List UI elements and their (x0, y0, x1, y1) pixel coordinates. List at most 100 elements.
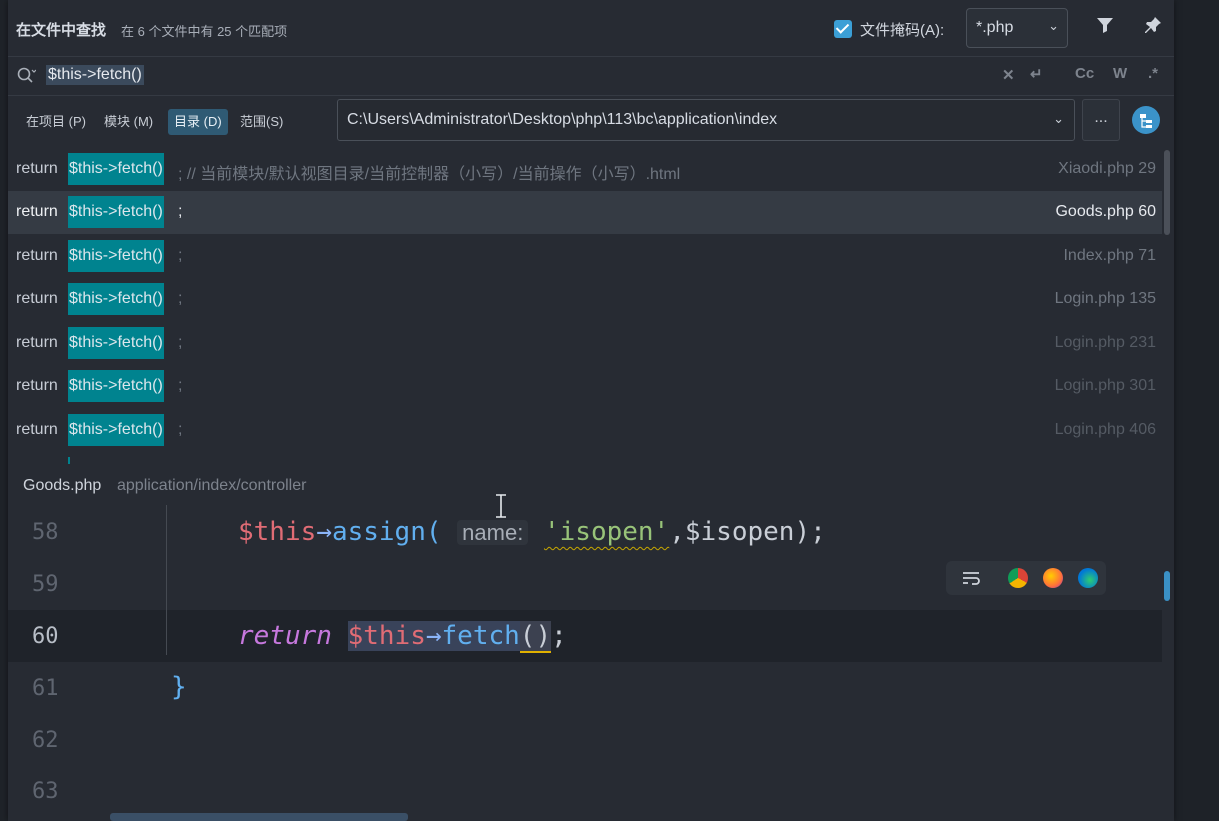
preview-header: Goods.php application/index/controller (8, 465, 1174, 505)
horizontal-scrollbar[interactable] (110, 813, 408, 821)
code-line-61: } (171, 672, 187, 702)
result-keyword: return (16, 421, 58, 438)
result-file: Index.php 71 (1063, 247, 1156, 264)
preview-file-name: Goods.php (23, 477, 102, 494)
scope-project-button[interactable]: 在项目 (P) (20, 109, 92, 135)
result-context: ; (178, 290, 183, 307)
code-token: 'isopen' (543, 517, 670, 547)
result-match: $this->fetch() (68, 196, 164, 228)
result-match: $this->fetch() (68, 240, 164, 272)
result-match: $this->fetch() (68, 414, 164, 446)
file-mask-dropdown[interactable]: *.php ⌄ (966, 8, 1068, 48)
result-row[interactable]: return $this->fetch() ; Login.php 135 (8, 278, 1162, 321)
result-match: $this->fetch() (68, 370, 164, 402)
code-preview[interactable]: 58 59 60 61 62 63 $this→assign( name: 'i… (8, 505, 1174, 821)
directory-path: C:\Users\Administrator\Desktop\php\113\b… (347, 111, 778, 128)
result-file: Login.php 231 (1054, 334, 1156, 351)
clear-icon[interactable]: ✕ (1002, 66, 1015, 84)
result-match-partial (68, 457, 70, 464)
result-row-selected[interactable]: return $this->fetch() ; Goods.php 60 (8, 191, 1162, 234)
result-context: ; (178, 421, 183, 438)
wrap-icon[interactable] (961, 568, 981, 588)
chevron-down-icon: ⌄ (1048, 18, 1059, 33)
result-match: $this->fetch() (68, 153, 164, 185)
file-mask-value: *.php (976, 19, 1014, 36)
line-number-current: 60 (32, 624, 59, 649)
regex-toggle[interactable]: .* (1148, 65, 1158, 82)
code-token: ,$isopen); (669, 517, 826, 547)
code-token: $this (238, 517, 317, 547)
code-token: () (519, 621, 552, 653)
directory-tree-icon[interactable] (1132, 106, 1160, 134)
line-number: 58 (32, 520, 59, 545)
chevron-down-icon: ⌄ (1053, 111, 1064, 126)
result-row[interactable]: return $this->fetch() ; // 当前模块/默认视图目录/当… (8, 148, 1162, 191)
result-keyword: return (16, 377, 58, 394)
result-file: Login.php 301 (1054, 377, 1156, 394)
browse-button[interactable]: ... (1082, 99, 1120, 141)
result-context: ; (178, 203, 183, 220)
search-row: $this->fetch() ✕ ↵ Cc W .* (8, 56, 1174, 96)
match-count: 在 6 个文件中有 25 个匹配项 (121, 24, 288, 39)
result-row[interactable]: return $this->fetch() ; Index.php 71 (8, 235, 1162, 278)
result-keyword: return (16, 203, 58, 220)
search-icon[interactable] (16, 66, 37, 86)
find-in-files-popup: 在文件中查找 在 6 个文件中有 25 个匹配项 文件掩码(A): *.php … (8, 0, 1174, 821)
popup-header: 在文件中查找 在 6 个文件中有 25 个匹配项 文件掩码(A): *.php … (8, 0, 1174, 56)
scope-row: 在项目 (P) 模块 (M) 目录 (D) 范围(S) C:\Users\Adm… (8, 95, 1174, 149)
code-token: assign( (331, 517, 442, 547)
code-token: fetch (441, 621, 520, 651)
result-keyword: return (16, 247, 58, 264)
result-context: ; // 当前模块/默认视图目录/当前控制器（小写）/当前操作（小写）.html (178, 166, 681, 183)
result-keyword: return (16, 334, 58, 351)
text-cursor-icon (494, 494, 508, 518)
result-context: ; (178, 247, 183, 264)
code-token: $this (347, 621, 426, 651)
chrome-icon[interactable] (1008, 568, 1028, 588)
results-list: return $this->fetch() ; // 当前模块/默认视图目录/当… (8, 148, 1162, 464)
result-file: Xiaodi.php 29 (1058, 160, 1156, 177)
code-token: return (238, 621, 332, 651)
new-line-icon[interactable]: ↵ (1030, 65, 1043, 83)
code-token: ; (551, 621, 567, 651)
line-number: 62 (32, 728, 59, 753)
line-number: 61 (32, 676, 59, 701)
results-scrollbar[interactable] (1164, 150, 1170, 235)
whole-words-toggle[interactable]: W (1113, 65, 1127, 82)
line-number: 59 (32, 572, 59, 597)
code-token: → (425, 621, 442, 651)
result-file: Goods.php 60 (1055, 203, 1156, 220)
result-context: ; (178, 334, 183, 351)
background-right-strip (1175, 0, 1219, 821)
code-token: } (171, 672, 187, 702)
code-token: → (316, 517, 332, 547)
indent-guide (166, 505, 167, 655)
result-match: $this->fetch() (68, 283, 164, 315)
result-row[interactable]: return $this->fetch() ; Login.php 301 (8, 365, 1162, 408)
directory-dropdown[interactable]: C:\Users\Administrator\Desktop\php\113\b… (337, 99, 1075, 141)
current-line-highlight (8, 610, 1162, 662)
result-context: ; (178, 377, 183, 394)
match-case-toggle[interactable]: Cc (1075, 65, 1094, 82)
edge-icon[interactable] (1078, 568, 1098, 588)
preview-file-path: application/index/controller (117, 477, 307, 494)
scope-module-button[interactable]: 模块 (M) (98, 109, 159, 135)
scope-directory-button[interactable]: 目录 (D) (168, 109, 228, 135)
editor-scrollbar-marker[interactable] (1164, 571, 1170, 601)
search-input[interactable]: $this->fetch() (46, 65, 144, 85)
result-keyword: return (16, 160, 58, 177)
filter-icon[interactable] (1092, 15, 1118, 41)
code-line-60: return $this→fetch(); (238, 621, 567, 653)
result-keyword: return (16, 290, 58, 307)
result-match: $this->fetch() (68, 327, 164, 359)
file-mask-checkbox[interactable] (834, 20, 852, 38)
result-row[interactable]: return $this->fetch() ; Login.php 406 (8, 409, 1162, 452)
result-row-partial[interactable] (8, 453, 1162, 464)
code-line-58: $this→assign( name: 'isopen',$isopen); (238, 517, 826, 547)
result-file: Login.php 406 (1054, 421, 1156, 438)
popup-title: 在文件中查找 (16, 22, 107, 39)
firefox-icon[interactable] (1043, 568, 1063, 588)
pin-icon[interactable] (1140, 15, 1166, 41)
result-row[interactable]: return $this->fetch() ; Login.php 231 (8, 322, 1162, 365)
scope-range-button[interactable]: 范围(S) (234, 109, 289, 135)
